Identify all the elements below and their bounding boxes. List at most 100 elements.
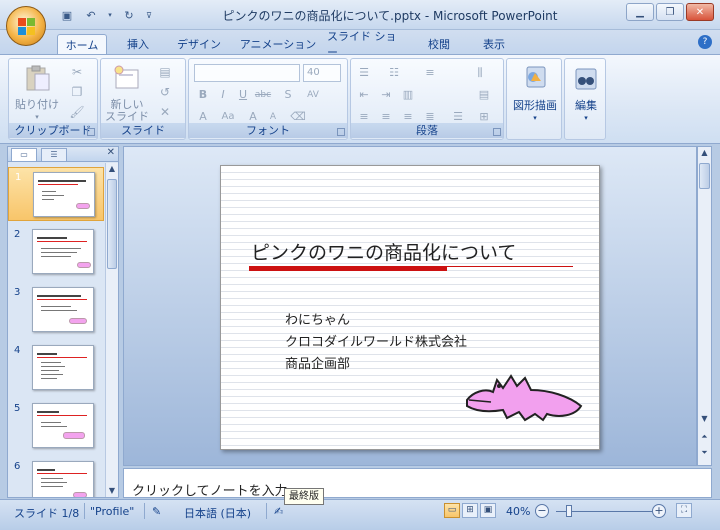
numbering-icon[interactable]: ☷: [385, 65, 403, 81]
tab-view[interactable]: 表示: [474, 34, 514, 54]
format-painter-icon[interactable]: 🖌: [69, 105, 85, 119]
columns-icon[interactable]: ▥: [399, 87, 417, 103]
thumbnail-slide-6[interactable]: 6: [8, 457, 104, 497]
scrollbar-thumb[interactable]: [107, 179, 117, 269]
font-name-combo[interactable]: [194, 64, 300, 82]
help-icon[interactable]: ?: [698, 35, 712, 49]
tab-animations[interactable]: アニメーション: [238, 34, 318, 54]
reset-icon[interactable]: ↺: [157, 85, 173, 99]
scroll-down-icon[interactable]: ▼: [106, 485, 118, 497]
thumbnail-number: 5: [14, 403, 21, 414]
scroll-up-icon[interactable]: ▲: [698, 147, 711, 159]
thumbnail-slide-4[interactable]: 4: [8, 341, 104, 395]
redo-icon[interactable]: ↻: [120, 7, 138, 23]
pink-crocodile-image[interactable]: [463, 366, 585, 422]
zoom-out-icon[interactable]: −: [535, 504, 549, 518]
tooltip: 最終版: [284, 488, 324, 505]
tab-outline[interactable]: ☰: [41, 148, 67, 161]
new-slide-button[interactable]: 新しい スライド: [103, 64, 151, 123]
spelling-check-icon[interactable]: ✎: [152, 505, 161, 518]
minimize-button[interactable]: ▁: [626, 3, 654, 21]
thumbnail-scrollbar[interactable]: ▲ ▼: [105, 163, 118, 497]
drawing-button[interactable]: 図形描画 ▾: [509, 65, 561, 124]
current-slide[interactable]: ピンクのワニの商品化について わにちゃん クロコダイルワールド株式会社 商品企画…: [220, 165, 600, 450]
tab-slideshow[interactable]: スライド ショー: [327, 30, 407, 59]
scrollbar-thumb[interactable]: [699, 163, 710, 189]
group-clipboard: 貼り付け ▾ ✂ ❐ 🖌 クリップボード: [8, 58, 98, 140]
text-direction-icon[interactable]: ⫼: [471, 65, 489, 81]
thumbnail-slide-5[interactable]: 5: [8, 399, 104, 453]
group-drawing[interactable]: 図形描画 ▾: [506, 58, 562, 140]
shadow-icon[interactable]: S: [279, 87, 297, 103]
clipboard-launcher-icon[interactable]: [87, 128, 95, 136]
status-separator: [144, 503, 145, 519]
quick-access-toolbar: ▣ ↶ ▾ ↻ ⊽: [58, 7, 154, 23]
paragraph-launcher-icon[interactable]: [493, 128, 501, 136]
normal-view-icon[interactable]: ▭: [444, 503, 460, 518]
ribbon-tabs: ホーム 挿入 デザイン アニメーション スライド ショー 校閲 表示 ?: [0, 30, 720, 59]
thumbnail-number: 3: [14, 287, 21, 298]
cut-icon[interactable]: ✂: [69, 65, 85, 79]
slide-title[interactable]: ピンクのワニの商品化について: [251, 238, 516, 265]
tab-home[interactable]: ホーム: [57, 34, 107, 54]
paste-button[interactable]: 貼り付け ▾: [15, 64, 59, 123]
thumbnail-image: [32, 461, 94, 497]
slideshow-view-icon[interactable]: ▣: [480, 503, 496, 518]
zoom-in-icon[interactable]: +: [652, 504, 666, 518]
close-pane-icon[interactable]: ✕: [107, 147, 115, 158]
ribbon: 貼り付け ▾ ✂ ❐ 🖌 クリップボード 新しい スライド ▤ ↺ ✕ スライド…: [0, 54, 720, 144]
editing-button[interactable]: 編集 ▾: [567, 65, 605, 124]
align-text-icon[interactable]: ▤: [475, 87, 493, 103]
thumbnail-slide-3[interactable]: 3: [8, 283, 104, 337]
thumbnail-slide-1[interactable]: 1: [8, 167, 104, 221]
bullets-icon[interactable]: ☰: [355, 65, 373, 81]
tab-insert[interactable]: 挿入: [118, 34, 158, 54]
subtitle-line-1[interactable]: わにちゃん: [285, 309, 350, 328]
thumbnail-number: 1: [15, 172, 22, 183]
previous-slide-icon[interactable]: ⏶: [698, 431, 711, 443]
language-indicator[interactable]: 日本語 (日本): [184, 505, 251, 521]
thumbnail-slide-2[interactable]: 2: [8, 225, 104, 279]
subtitle-line-3[interactable]: 商品企画部: [285, 353, 350, 372]
font-launcher-icon[interactable]: [337, 128, 345, 136]
office-button[interactable]: [6, 6, 46, 46]
zoom-level[interactable]: 40%: [506, 505, 530, 518]
undo-dropdown-icon[interactable]: ▾: [106, 7, 114, 23]
final-version-icon[interactable]: ✍: [274, 505, 283, 518]
restore-button[interactable]: ❐: [656, 3, 684, 21]
close-button[interactable]: ✕: [686, 3, 714, 21]
thumbnail-image: [32, 345, 94, 390]
delete-slide-icon[interactable]: ✕: [157, 105, 173, 119]
underline-icon[interactable]: U: [234, 87, 252, 103]
save-icon[interactable]: ▣: [58, 7, 76, 23]
tab-review[interactable]: 校閲: [419, 34, 459, 54]
line-spacing-icon[interactable]: ≡: [421, 65, 439, 81]
editing-label: 編集: [575, 99, 597, 112]
tab-slides-thumbnails[interactable]: ▭: [11, 148, 37, 161]
increase-indent-icon[interactable]: ⇥: [377, 87, 395, 103]
group-editing[interactable]: 編集 ▾: [564, 58, 606, 140]
slide-scrollbar[interactable]: ▲ ▼ ⏶ ⏷: [697, 146, 712, 466]
undo-icon[interactable]: ↶: [82, 7, 100, 23]
scroll-down-icon[interactable]: ▼: [698, 413, 711, 425]
bold-icon[interactable]: B: [194, 87, 212, 103]
zoom-slider-knob[interactable]: [566, 505, 572, 517]
fit-to-window-icon[interactable]: ⛶: [676, 503, 692, 518]
copy-icon[interactable]: ❐: [69, 85, 85, 99]
subtitle-line-2[interactable]: クロコダイルワールド株式会社: [285, 331, 467, 350]
tab-design[interactable]: デザイン: [170, 34, 228, 54]
office-logo-icon: [18, 18, 36, 36]
italic-icon[interactable]: I: [214, 87, 232, 103]
next-slide-icon[interactable]: ⏷: [698, 447, 711, 459]
strikethrough-icon[interactable]: abc: [254, 87, 272, 103]
binoculars-icon: [575, 68, 597, 90]
layout-icon[interactable]: ▤: [157, 65, 173, 79]
character-spacing-icon[interactable]: AV: [304, 87, 322, 103]
decrease-indent-icon[interactable]: ⇤: [355, 87, 373, 103]
scroll-up-icon[interactable]: ▲: [106, 163, 118, 175]
customize-qat-icon[interactable]: ⊽: [144, 7, 154, 23]
notes-placeholder[interactable]: クリックしてノートを入力: [132, 480, 288, 499]
font-size-combo[interactable]: 40: [303, 64, 341, 82]
slide-sorter-view-icon[interactable]: ⊞: [462, 503, 478, 518]
notes-pane[interactable]: クリックしてノートを入力: [123, 468, 712, 499]
